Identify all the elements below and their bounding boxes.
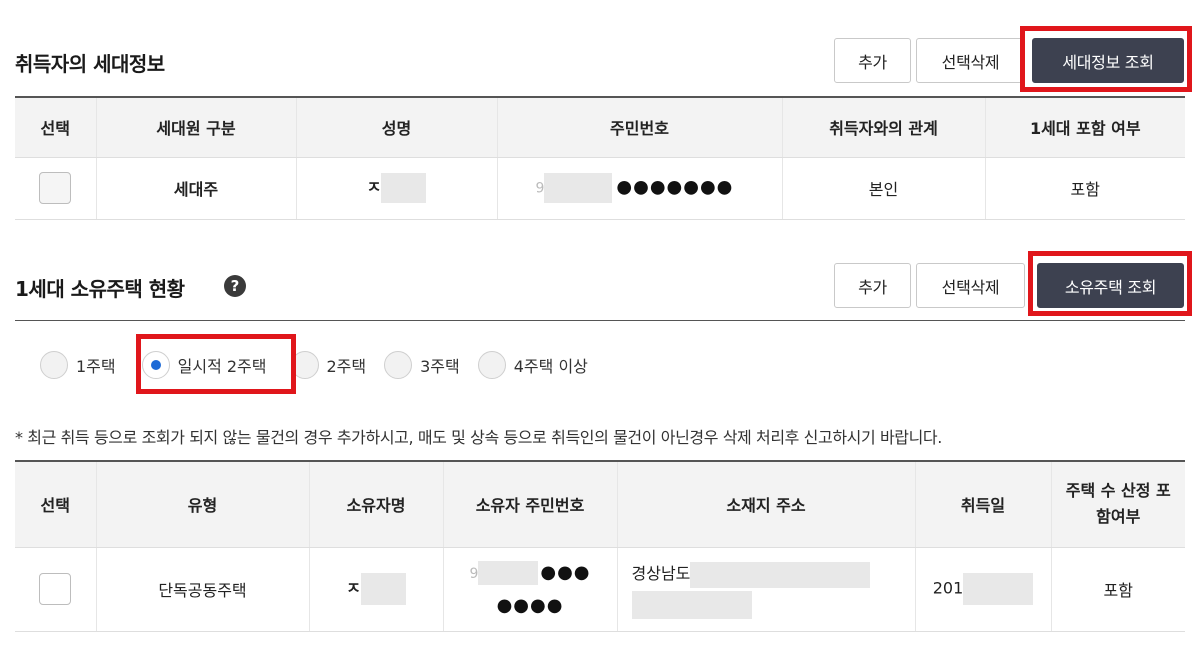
resident-number-masked: ●●●●●●● (616, 176, 734, 198)
option-2-houses[interactable]: 2주택 (290, 351, 367, 379)
col-name: 성명 (295, 96, 497, 158)
radio-temporary-2-houses[interactable] (141, 351, 170, 379)
redacted-address-2 (631, 590, 752, 619)
redacted-address-1 (690, 561, 871, 588)
col-type: 유형 (95, 460, 309, 548)
option-label: 4주택 이상 (513, 357, 588, 376)
household-add-button[interactable]: 추가 (834, 38, 911, 83)
redacted-resident-number (544, 173, 613, 203)
col-owner: 소유자명 (308, 460, 443, 548)
col-owner-resident-number: 소유자 주민번호 (442, 460, 617, 548)
housing-add-button[interactable]: 추가 (834, 263, 911, 308)
notice-text: * 최근 취득 등으로 조회가 되지 않는 물건의 경우 추가하시고, 매도 및… (15, 428, 942, 447)
row-checkbox[interactable] (39, 172, 72, 204)
option-3-houses[interactable]: 3주택 (384, 351, 460, 379)
household-title: 취득자의 세대정보 (15, 52, 165, 76)
house-included: 포함 (1050, 547, 1185, 632)
redacted-owner-name (360, 573, 406, 605)
option-label: 2주택 (326, 357, 367, 376)
household-lookup-button[interactable]: 세대정보 조회 (1032, 38, 1184, 83)
house-type: 단독공동주택 (95, 547, 309, 632)
col-select: 선택 (15, 96, 96, 158)
redacted-acquired-date (963, 573, 1034, 605)
included: 포함 (984, 157, 1185, 220)
housing-title: 1세대 소유주택 현황 (15, 277, 185, 301)
address-province: 경상남도 (631, 564, 691, 583)
household-delete-button[interactable]: 선택삭제 (916, 38, 1025, 83)
col-resident-number: 주민번호 (496, 96, 782, 158)
radio-1-house[interactable] (40, 351, 68, 379)
member-type: 세대주 (95, 157, 296, 220)
redacted-name (381, 173, 427, 203)
radio-4-or-more[interactable] (477, 351, 506, 379)
col-relation: 취득자와의 관계 (781, 96, 985, 158)
divider (15, 320, 1185, 321)
col-acquired-date: 취득일 (914, 460, 1051, 548)
table-row: 세대주 ㅈ 9 ●●●●●●● 본인 포함 (15, 157, 1185, 220)
housing-section-header: 1세대 소유주택 현황 ? 추가 선택삭제 소유주택 조회 (0, 259, 1200, 319)
resident-number-prefix: 9 (535, 180, 545, 197)
row-checkbox[interactable] (39, 573, 72, 605)
owner-id-prefix: 9 (469, 565, 479, 582)
col-address: 소재지 주소 (616, 460, 915, 548)
radio-2-houses[interactable] (290, 351, 319, 379)
option-1-house[interactable]: 1주택 (40, 351, 116, 379)
option-label: 3주택 (420, 357, 460, 376)
col-included: 1세대 포함 여부 (984, 96, 1185, 158)
radio-3-houses[interactable] (384, 351, 413, 379)
option-label: 1주택 (76, 357, 116, 376)
option-temporary-2-houses[interactable]: 일시적 2주택 (141, 351, 267, 379)
option-4-or-more[interactable]: 4주택 이상 (477, 351, 588, 379)
relation: 본인 (781, 157, 985, 220)
housing-table: 선택 유형 소유자명 소유자 주민번호 소재지 주소 취득일 주택 수 산정 포… (15, 460, 1185, 632)
housing-lookup-button[interactable]: 소유주택 조회 (1037, 263, 1184, 308)
help-icon[interactable]: ? (224, 275, 246, 297)
acquired-date: 201 (932, 578, 964, 598)
col-select: 선택 (15, 460, 96, 548)
household-section-header: 취득자의 세대정보 추가 선택삭제 세대정보 조회 (0, 34, 1200, 94)
owner-id-masked-2: ●●●● (496, 594, 564, 616)
table-row: 단독공동주택 ㅈ 9 ●●● ●●●● 경상남도 201 포함 (15, 547, 1185, 632)
owner-id-masked-1: ●●● (540, 561, 591, 583)
option-label: 일시적 2주택 (177, 357, 267, 376)
owner-name: ㅈ (346, 578, 361, 598)
house-count-radio-group: 1주택 일시적 2주택 2주택 3주택 4주택 이상 (40, 348, 606, 382)
housing-delete-button[interactable]: 선택삭제 (916, 263, 1025, 308)
col-member-type: 세대원 구분 (95, 96, 296, 158)
member-name: ㅈ (366, 177, 382, 197)
col-house-count-included: 주택 수 산정 포함여부 (1050, 460, 1185, 548)
redacted-owner-id (478, 561, 539, 585)
household-table: 선택 세대원 구분 성명 주민번호 취득자와의 관계 1세대 포함 여부 세대주… (15, 96, 1185, 220)
